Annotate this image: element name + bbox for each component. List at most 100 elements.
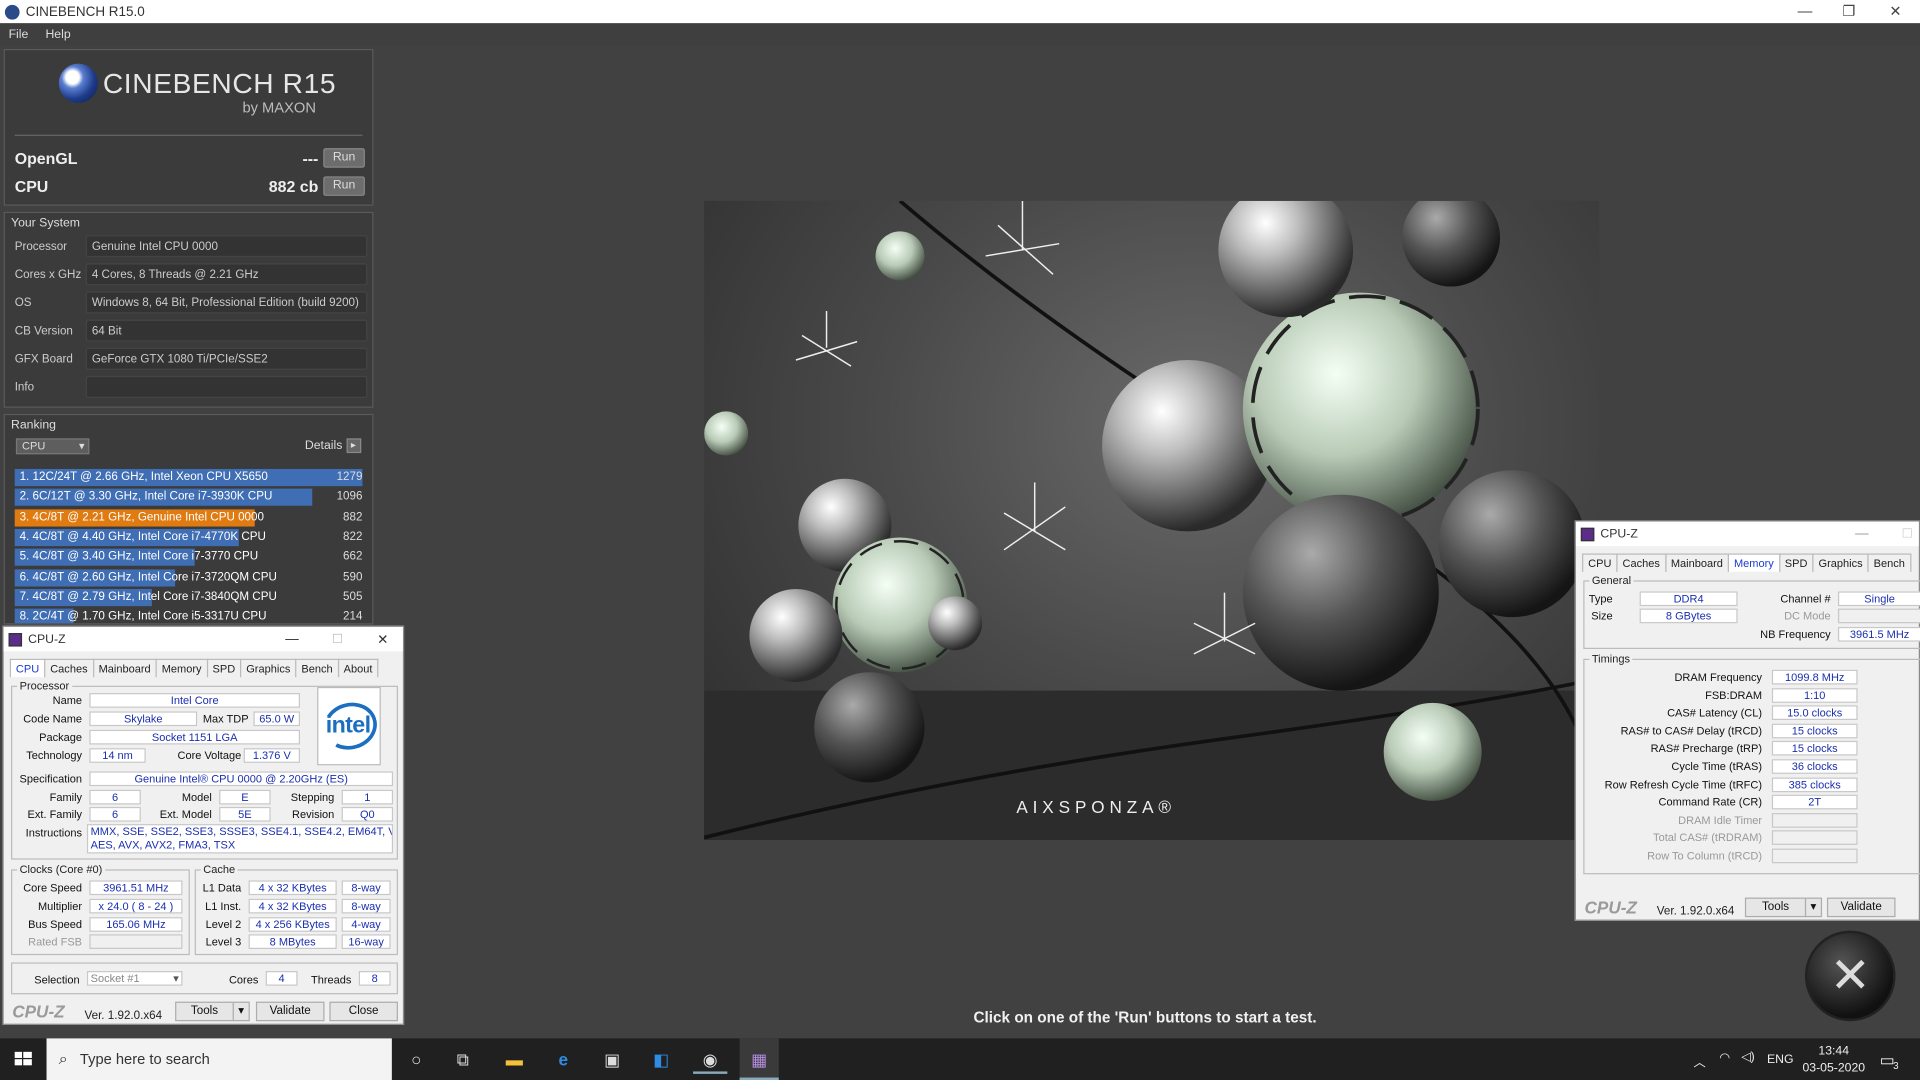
tab-caches[interactable]: Caches [44, 658, 94, 678]
cpuz-cpu-maximize-button[interactable]: ☐ [332, 632, 343, 645]
ranking-label: 7. 4C/8T @ 2.79 GHz, Intel Core i7-3840Q… [19, 589, 277, 604]
ranking-item[interactable]: 2. 6C/12T @ 3.30 GHz, Intel Core i7-3930… [14, 488, 370, 507]
tab-mainboard[interactable]: Mainboard [1664, 553, 1730, 572]
tab-cpu[interactable]: CPU [9, 658, 46, 678]
instructions-line-1: MMX, SSE, SSE2, SSE3, SSSE3, SSE4.1, SSE… [90, 825, 394, 838]
timing-value: 2T [1771, 794, 1858, 810]
cpuz-app-icon [8, 632, 23, 646]
cinebench-taskbar-icon[interactable]: ◉ [693, 1044, 728, 1074]
tab-graphics[interactable]: Graphics [240, 658, 297, 678]
store-icon[interactable]: ▣ [598, 1044, 627, 1073]
cpuz-cpu-titlebar: CPU-Z — ☐ ✕ [3, 626, 403, 652]
maxtdp-value: 65.0 W [253, 711, 301, 727]
file-explorer-icon[interactable]: ▬ [500, 1044, 529, 1073]
mail-icon[interactable]: ◧ [647, 1044, 676, 1073]
tab-caches[interactable]: Caches [1616, 553, 1666, 572]
ranking-item[interactable]: 5. 4C/8T @ 3.40 GHz, Intel Core i7-3770 … [14, 548, 370, 566]
ranking-item[interactable]: 6. 4C/8T @ 2.60 GHz, Intel Core i7-3720Q… [14, 568, 370, 586]
bus-speed-value: 165.06 MHz [89, 917, 183, 932]
task-view-icon[interactable]: ⧉ [448, 1044, 477, 1073]
cpuz-memory-minimize-button[interactable]: — [1855, 527, 1868, 542]
render-preview: AIXSPONZA® [704, 200, 1600, 841]
app-overlay-x-icon[interactable]: ✕ [1804, 930, 1896, 1022]
language-indicator[interactable]: ENG [1767, 1053, 1794, 1066]
tab-memory[interactable]: Memory [155, 658, 208, 678]
intel-logo-icon: intel [325, 712, 371, 739]
tab-spd[interactable]: SPD [1778, 553, 1814, 572]
ranking-item[interactable]: 4. 4C/8T @ 4.40 GHz, Intel Core i7-4770K… [14, 528, 370, 546]
menu-help[interactable]: Help [37, 28, 79, 41]
timing-label: Cycle Time (tRAS) [1671, 760, 1763, 773]
notification-count: 3 [1893, 1060, 1899, 1072]
edge-browser-icon[interactable]: e [549, 1044, 578, 1073]
ranking-heading: Ranking [11, 418, 56, 433]
dc-mode-value [1837, 608, 1920, 624]
tab-bench[interactable]: Bench [295, 658, 339, 678]
tools-dropdown-icon[interactable]: ▾ [232, 1001, 250, 1022]
windows-logo-icon [14, 1051, 32, 1066]
details-button[interactable]: Details ▸ [305, 438, 361, 454]
brand-by: by MAXON [242, 99, 316, 117]
tab-bench[interactable]: Bench [1867, 553, 1912, 572]
opengl-value: --- [302, 149, 319, 168]
processor-heading: Processor [17, 679, 72, 692]
cpu-run-button[interactable]: Run [323, 176, 365, 196]
ranking-item[interactable]: 3. 4C/8T @ 2.21 GHz, Genuine Intel CPU 0… [14, 508, 370, 527]
tab-cpu[interactable]: CPU [1582, 553, 1618, 572]
type-value: DDR4 [1639, 591, 1738, 607]
tab-about[interactable]: About [337, 658, 379, 678]
tools-button[interactable]: Tools [175, 1001, 234, 1022]
tab-graphics[interactable]: Graphics [1812, 553, 1869, 572]
tray-chevron-up-icon[interactable]: ︿ [1693, 1052, 1705, 1070]
validate-button[interactable]: Validate [1826, 897, 1896, 918]
windows-start-button[interactable] [0, 1038, 47, 1080]
system-row-label: Processor [14, 240, 68, 254]
cpuz-cpu-minimize-button[interactable]: — [285, 632, 298, 647]
ranking-item[interactable]: 7. 4C/8T @ 2.79 GHz, Intel Core i7-3840Q… [14, 588, 370, 606]
nb-frequency-label: NB Frequency [1760, 628, 1831, 641]
ext-model-value: 5E [219, 806, 271, 822]
tools-dropdown-icon[interactable]: ▾ [1804, 897, 1823, 918]
selection-dropdown[interactable]: Socket #1 ▾ [86, 971, 183, 986]
ranking-score: 1096 [336, 490, 363, 504]
ranking-label: 4. 4C/8T @ 4.40 GHz, Intel Core i7-4770K… [19, 530, 266, 544]
system-row-label: Info [14, 380, 35, 395]
ranking-item[interactable]: 1. 12C/24T @ 2.66 GHz, Intel Xeon CPU X5… [14, 468, 370, 487]
specification-value: Genuine Intel® CPU 0000 @ 2.20GHz (ES) [89, 771, 394, 787]
timings-heading: Timings [1589, 652, 1633, 665]
volume-icon[interactable]: ◁) [1741, 1051, 1755, 1064]
tab-spd[interactable]: SPD [206, 658, 242, 678]
network-icon[interactable]: ◠ [1719, 1052, 1730, 1065]
menu-file[interactable]: File [0, 28, 37, 41]
taskbar-search-box[interactable]: ⌕ Type here to search [46, 1038, 392, 1080]
close-button[interactable]: ✕ [1873, 0, 1917, 23]
timing-value: 36 clocks [1771, 759, 1858, 774]
validate-button[interactable]: Validate [255, 1001, 325, 1022]
opengl-run-button[interactable]: Run [323, 148, 365, 168]
restore-button[interactable]: ❐ [1827, 0, 1871, 23]
timing-label: RAS# to CAS# Delay (tRCD) [1620, 724, 1763, 737]
close-cpuz-button[interactable]: Close [329, 1001, 398, 1022]
minimize-button[interactable]: — [1783, 0, 1827, 23]
ranking-dropdown[interactable]: CPU ▾ [15, 438, 90, 455]
ranking-item[interactable]: 8. 2C/4T @ 1.70 GHz, Intel Core i5-3317U… [14, 608, 370, 624]
header-panel: CINEBENCH R15 by MAXON OpenGL --- Run CP… [3, 48, 374, 206]
family-label: Family [49, 791, 83, 804]
tab-mainboard[interactable]: Mainboard [92, 658, 157, 678]
timing-label: Total CAS# (tRDRAM) [1653, 831, 1763, 845]
tools-button[interactable]: Tools [1744, 897, 1807, 918]
core-voltage-value: 1.376 V [243, 748, 301, 763]
threads-label: Threads [310, 973, 352, 986]
cpuz-memory-maximize-button[interactable]: ☐ [1902, 527, 1913, 540]
cpuz-taskbar-icon[interactable]: ▦ [739, 1038, 779, 1080]
cpu-label: CPU [14, 177, 49, 196]
clock-time[interactable]: 13:44 [1818, 1044, 1849, 1057]
brand-name: CINEBENCH R15 [102, 66, 337, 99]
cortana-icon[interactable]: ○ [402, 1044, 431, 1073]
clock-date[interactable]: 03-05-2020 [1802, 1062, 1865, 1075]
instructions-value: MMX, SSE, SSE2, SSE3, SSSE3, SSE4.1, SSE… [86, 824, 394, 854]
cpuz-cpu-close-button[interactable]: ✕ [377, 631, 388, 647]
system-row: Processor Genuine Intel CPU 0000 [14, 235, 370, 258]
tab-memory[interactable]: Memory [1727, 553, 1780, 572]
core-speed-value: 3961.51 MHz [89, 880, 183, 896]
